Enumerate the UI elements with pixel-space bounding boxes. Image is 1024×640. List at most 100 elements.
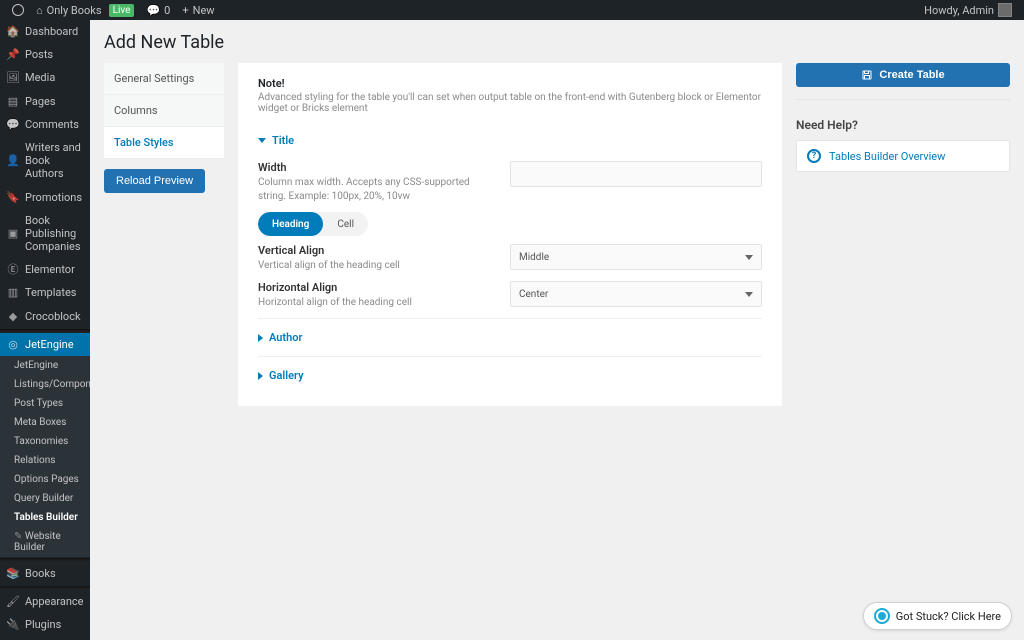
valign-desc: Vertical align of the heading cell <box>258 259 496 273</box>
create-table-label: Create Table <box>879 69 944 81</box>
right-sidebar: Create Table Need Help? ? Tables Builder… <box>796 63 1010 172</box>
comments-count: 0 <box>164 4 170 17</box>
users-icon: 👤 <box>7 155 19 167</box>
live-badge: Live <box>109 4 135 17</box>
admin-sidebar: 🏠Dashboard 📌Posts 🖼Media ▤Pages 💬Comment… <box>0 20 90 640</box>
menu-dashboard[interactable]: 🏠Dashboard <box>0 20 90 43</box>
menu-elementor[interactable]: ⒺElementor <box>0 258 90 281</box>
menu-writers[interactable]: 👤Writers and Book Authors <box>0 136 90 186</box>
submenu-meta-boxes[interactable]: Meta Boxes <box>0 413 90 432</box>
halign-value: Center <box>519 289 548 300</box>
chevron-down-icon <box>258 138 266 143</box>
appearance-icon: 🖌 <box>7 596 19 608</box>
plus-icon: + <box>182 4 188 17</box>
elementor-icon: Ⓔ <box>7 264 19 276</box>
wrench-icon: ✎ <box>14 531 25 542</box>
chevron-right-icon <box>258 372 263 380</box>
admin-toolbar: ⌂ Only Books Live 💬 0 + New Howdy, Admin <box>0 0 1024 20</box>
field-valign: Vertical Align Vertical align of the hea… <box>258 244 762 273</box>
seg-heading[interactable]: Heading <box>258 212 323 236</box>
howdy-text: Howdy, Admin <box>924 4 994 17</box>
menu-companies[interactable]: ▣Book Publishing Companies <box>0 209 90 259</box>
submenu-query-builder[interactable]: Query Builder <box>0 489 90 508</box>
site-name: Only Books <box>47 4 102 17</box>
seg-cell[interactable]: Cell <box>323 212 368 236</box>
chevron-right-icon <box>258 334 263 342</box>
help-link-box[interactable]: ? Tables Builder Overview <box>796 140 1010 172</box>
menu-pages[interactable]: ▤Pages <box>0 90 90 113</box>
book-icon: 📚 <box>7 568 19 580</box>
promo-icon: 🔖 <box>7 191 19 203</box>
segmented-heading-cell: Heading Cell <box>258 212 368 236</box>
home-icon: ⌂ <box>36 4 43 17</box>
menu-templates[interactable]: ▥Templates <box>0 281 90 304</box>
support-icon <box>874 608 890 624</box>
field-width: Width Column max width. Accepts any CSS-… <box>258 161 762 204</box>
page-title: Add New Table <box>104 32 1010 53</box>
reload-preview-button[interactable]: Reload Preview <box>104 169 205 193</box>
croco-icon: ◆ <box>7 310 19 322</box>
divider <box>258 356 762 357</box>
chevron-down-icon <box>745 255 753 260</box>
menu-appearance[interactable]: 🖌Appearance <box>0 590 90 613</box>
new-link[interactable]: + New <box>176 0 220 20</box>
site-link[interactable]: ⌂ Only Books Live <box>30 0 140 20</box>
pin-icon: 📌 <box>7 49 19 61</box>
submenu-jetengine-main[interactable]: JetEngine <box>0 356 90 375</box>
note-title: Note! <box>258 77 762 90</box>
submenu-post-types[interactable]: Post Types <box>0 394 90 413</box>
media-icon: 🖼 <box>7 72 19 84</box>
divider <box>258 318 762 319</box>
halign-desc: Horizontal align of the heading cell <box>258 296 496 310</box>
wordpress-icon <box>12 4 24 16</box>
submenu-listings[interactable]: Listings/Components <box>0 375 90 394</box>
company-icon: ▣ <box>7 227 19 239</box>
menu-plugins[interactable]: 🔌Plugins <box>0 613 90 636</box>
comments-link[interactable]: 💬 0 <box>140 0 176 20</box>
wp-logo[interactable] <box>6 0 30 20</box>
tab-columns[interactable]: Columns <box>104 95 224 127</box>
valign-label: Vertical Align <box>258 244 496 257</box>
submenu-jetengine: JetEngine Listings/Components Post Types… <box>0 356 90 557</box>
menu-media[interactable]: 🖼Media <box>0 66 90 89</box>
menu-separator <box>0 586 90 589</box>
accordion-author[interactable]: Author <box>258 325 762 350</box>
tab-table-styles[interactable]: Table Styles <box>104 127 224 159</box>
content-area: Add New Table General Settings Columns T… <box>90 20 1024 640</box>
accordion-title[interactable]: Title <box>258 128 762 153</box>
submenu-relations[interactable]: Relations <box>0 451 90 470</box>
valign-select[interactable]: Middle <box>510 244 762 270</box>
create-table-button[interactable]: Create Table <box>796 63 1010 87</box>
note-text: Advanced styling for the table you'll ca… <box>258 92 762 114</box>
submenu-tables-builder[interactable]: Tables Builder <box>0 508 90 527</box>
submenu-options-pages[interactable]: Options Pages <box>0 470 90 489</box>
help-icon: ? <box>807 149 821 163</box>
valign-value: Middle <box>519 252 549 263</box>
width-desc: Column max width. Accepts any CSS-suppor… <box>258 176 496 204</box>
width-input[interactable] <box>510 161 762 187</box>
got-stuck-label: Got Stuck? Click Here <box>896 610 1001 623</box>
menu-comments[interactable]: 💬Comments <box>0 113 90 136</box>
settings-tabs: General Settings Columns Table Styles Re… <box>104 63 224 193</box>
templates-icon: ▥ <box>7 287 19 299</box>
jetengine-icon: ◎ <box>7 338 19 350</box>
help-title: Need Help? <box>796 118 1010 132</box>
menu-jetengine[interactable]: ◎JetEngine <box>0 333 90 356</box>
accordion-gallery[interactable]: Gallery <box>258 363 762 388</box>
got-stuck-button[interactable]: Got Stuck? Click Here <box>863 602 1012 630</box>
field-halign: Horizontal Align Horizontal align of the… <box>258 281 762 310</box>
account-link[interactable]: Howdy, Admin <box>918 3 1018 17</box>
tab-general[interactable]: General Settings <box>104 63 224 95</box>
submenu-taxonomies[interactable]: Taxonomies <box>0 432 90 451</box>
new-label: New <box>193 4 215 17</box>
halign-select[interactable]: Center <box>510 281 762 307</box>
menu-crocoblock[interactable]: ◆Crocoblock <box>0 305 90 328</box>
chevron-down-icon <box>745 292 753 297</box>
menu-separator-plugins <box>0 329 90 332</box>
submenu-website-builder[interactable]: ✎ Website Builder <box>0 527 90 557</box>
help-link[interactable]: Tables Builder Overview <box>829 150 945 163</box>
menu-users[interactable]: 👤Users <box>0 637 90 640</box>
menu-posts[interactable]: 📌Posts <box>0 43 90 66</box>
menu-promotions[interactable]: 🔖Promotions <box>0 186 90 209</box>
menu-books[interactable]: 📚Books <box>0 562 90 585</box>
